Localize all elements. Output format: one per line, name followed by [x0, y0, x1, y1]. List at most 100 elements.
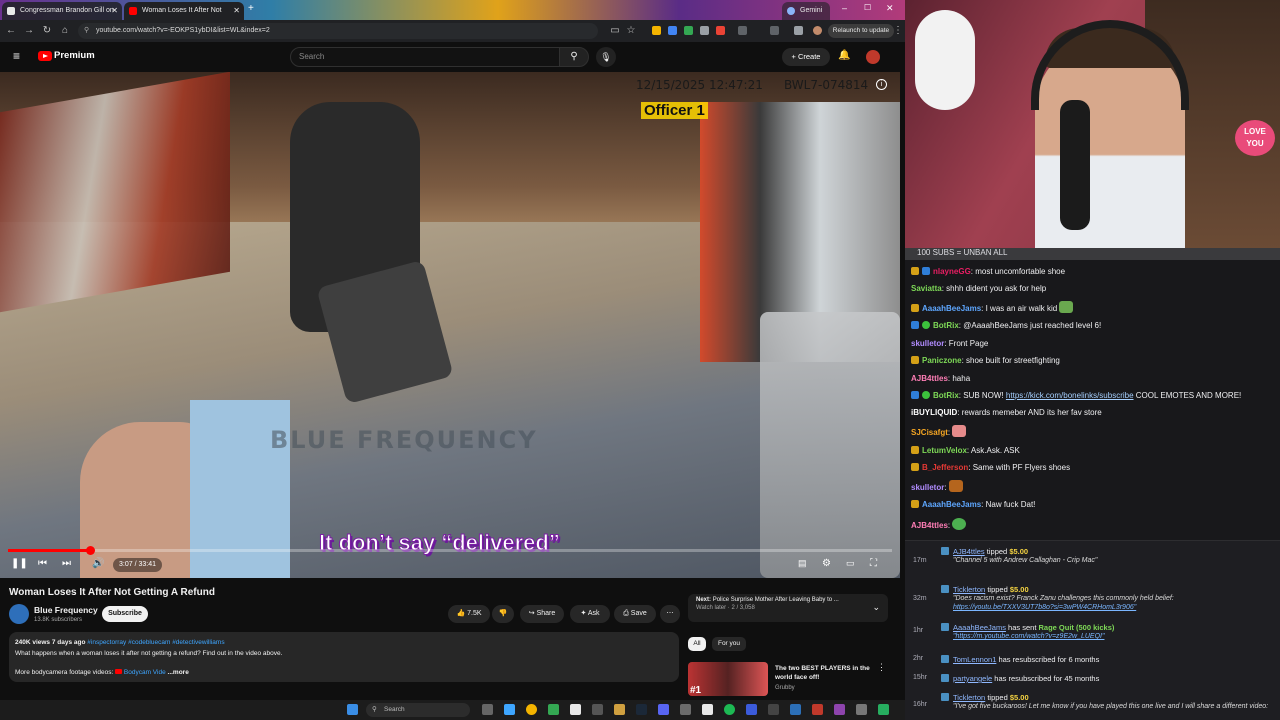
- settings-gear-icon[interactable]: ⚙: [822, 558, 831, 569]
- extensions-puzzle-icon[interactable]: [738, 26, 747, 35]
- task-view-icon[interactable]: [482, 704, 493, 715]
- subscribe-button[interactable]: Subscribe: [102, 606, 148, 622]
- chip-all[interactable]: All: [688, 637, 706, 651]
- app-icon[interactable]: [878, 704, 889, 715]
- extension-icon[interactable]: [684, 26, 693, 35]
- chat-username[interactable]: AJB4ttles: [911, 521, 948, 530]
- event-user[interactable]: partyangele: [953, 674, 992, 683]
- reload-icon[interactable]: ↻: [40, 24, 54, 38]
- cast-icon[interactable]: ▭: [608, 24, 622, 38]
- chat-username[interactable]: SJCisafgt: [911, 428, 948, 437]
- bookmark-star-icon[interactable]: ☆: [624, 24, 638, 38]
- app-icon[interactable]: [790, 704, 801, 715]
- site-info-icon[interactable]: ⚲: [84, 23, 89, 39]
- hashtags[interactable]: #inspectorray #codebluecam #detectivewil…: [87, 639, 224, 646]
- event-link[interactable]: https://youtu.be/TXXV3UT7b8o?si=3wPW4CRH…: [941, 603, 1277, 612]
- app-icon[interactable]: [768, 704, 779, 715]
- maximize-icon[interactable]: ☐: [864, 3, 871, 12]
- folder-icon[interactable]: [614, 704, 625, 715]
- extension-icon[interactable]: [668, 26, 677, 35]
- up-next-box[interactable]: Next: Police Surprise Mother After Leavi…: [688, 594, 888, 622]
- like-button[interactable]: 👍 7.5K: [448, 605, 490, 623]
- app-icon[interactable]: [592, 704, 603, 715]
- description-box[interactable]: 240K views 7 days ago #inspectorray #cod…: [9, 632, 679, 682]
- spotify-icon[interactable]: [724, 704, 735, 715]
- chat-username[interactable]: Saviatta: [911, 284, 942, 293]
- sidebar-icon[interactable]: [770, 26, 779, 35]
- app-icon[interactable]: [548, 704, 559, 715]
- chat-username[interactable]: Paniczone: [922, 356, 962, 365]
- event-user[interactable]: Ticklerton: [953, 585, 985, 594]
- chat-username[interactable]: skulletor: [911, 483, 944, 492]
- info-icon[interactable]: i: [876, 79, 887, 90]
- forward-icon[interactable]: →: [22, 24, 36, 38]
- window-close-icon[interactable]: ✕: [886, 3, 894, 14]
- app-icon[interactable]: [834, 704, 845, 715]
- app-icon[interactable]: [504, 704, 515, 715]
- chat-link[interactable]: https://kick.com/bonelinks/subscribe: [1006, 391, 1134, 400]
- more-actions-button[interactable]: ⋯: [660, 605, 680, 623]
- discord-icon[interactable]: [658, 704, 669, 715]
- app-icon[interactable]: [680, 704, 691, 715]
- close-icon[interactable]: ✕: [233, 2, 240, 20]
- app-icon[interactable]: [702, 704, 713, 715]
- chat-username[interactable]: AaaahBeeJams: [922, 500, 981, 509]
- youtube-brand[interactable]: Premium: [54, 50, 95, 61]
- save-button[interactable]: ⎙ Save: [614, 605, 656, 623]
- chat-username[interactable]: AJB4ttles: [911, 374, 948, 383]
- app-icon[interactable]: [746, 704, 757, 715]
- windows-start-icon[interactable]: [347, 704, 358, 715]
- youtube-logo-icon[interactable]: [38, 51, 52, 61]
- taskbar-search[interactable]: ⚲ Search: [366, 703, 470, 717]
- download-icon[interactable]: [794, 26, 803, 35]
- chip-for-you[interactable]: For you: [712, 637, 746, 651]
- video-player[interactable]: BLUE FREQUENCY 12/15/2025 12:47:21 BWL7-…: [0, 72, 900, 578]
- minimize-icon[interactable]: –: [842, 3, 847, 13]
- chat-username[interactable]: skulletor: [911, 339, 944, 348]
- pause-icon[interactable]: ❚❚: [11, 558, 28, 569]
- browser-menu-icon[interactable]: ⋮: [891, 24, 905, 38]
- chat-username[interactable]: nlayneGG: [933, 267, 971, 276]
- app-icon[interactable]: [856, 704, 867, 715]
- chat-username[interactable]: B_Jefferson: [922, 463, 968, 472]
- miniplayer-icon[interactable]: ▭: [846, 558, 855, 569]
- recommended-video[interactable]: #1 The two BEST PLAYERS in the world fac…: [688, 662, 888, 696]
- next-icon[interactable]: ⏭: [62, 558, 71, 569]
- chat-username[interactable]: iBUYLIQUID: [911, 408, 957, 417]
- tab-gemini[interactable]: Gemini: [782, 2, 830, 20]
- chevron-down-icon[interactable]: ⌄: [872, 602, 880, 613]
- previous-icon[interactable]: ⏮: [38, 558, 47, 569]
- captions-icon[interactable]: ▤: [798, 558, 807, 569]
- chat-username[interactable]: BotRix: [933, 391, 959, 400]
- search-input[interactable]: Search: [290, 47, 560, 67]
- tab-woman-loses-it[interactable]: Woman Loses It After Not ✕: [124, 2, 244, 20]
- channel-name[interactable]: Blue Frequency: [34, 605, 98, 615]
- chat-username[interactable]: AaaahBeeJams: [922, 304, 981, 313]
- playlist-link[interactable]: Bodycam Vide: [124, 669, 166, 676]
- relaunch-button[interactable]: Relaunch to update: [828, 24, 894, 38]
- extension-icon[interactable]: [652, 26, 661, 35]
- extension-icon[interactable]: [716, 26, 725, 35]
- search-button[interactable]: ⚲: [559, 47, 589, 67]
- ask-button[interactable]: ✦ Ask: [570, 605, 610, 623]
- account-avatar[interactable]: [866, 50, 880, 64]
- dislike-button[interactable]: 👎: [492, 605, 514, 623]
- event-user[interactable]: Ticklerton: [953, 693, 985, 702]
- chat-username[interactable]: LetumVelox: [922, 446, 967, 455]
- channel-avatar[interactable]: [9, 604, 29, 624]
- event-link[interactable]: "https://m.youtube.com/watch?v=z9E2w_LUE…: [941, 632, 1277, 641]
- back-icon[interactable]: ←: [4, 24, 18, 38]
- create-button[interactable]: + Create: [782, 48, 830, 66]
- event-user[interactable]: AJB4ttles: [953, 547, 985, 556]
- home-icon[interactable]: ⌂: [58, 24, 72, 38]
- steam-icon[interactable]: [636, 704, 647, 715]
- notifications-bell-icon[interactable]: 🔔: [838, 50, 850, 61]
- event-user[interactable]: AaaahBeeJams: [953, 623, 1006, 632]
- chat-username[interactable]: BotRix: [933, 321, 959, 330]
- close-icon[interactable]: ✕: [111, 2, 118, 20]
- progress-bar[interactable]: [8, 546, 892, 555]
- chrome-icon[interactable]: [526, 704, 537, 715]
- new-tab-icon[interactable]: +: [248, 3, 254, 14]
- more-vertical-icon[interactable]: ⋮: [877, 662, 886, 673]
- menu-icon[interactable]: ≡: [13, 49, 20, 63]
